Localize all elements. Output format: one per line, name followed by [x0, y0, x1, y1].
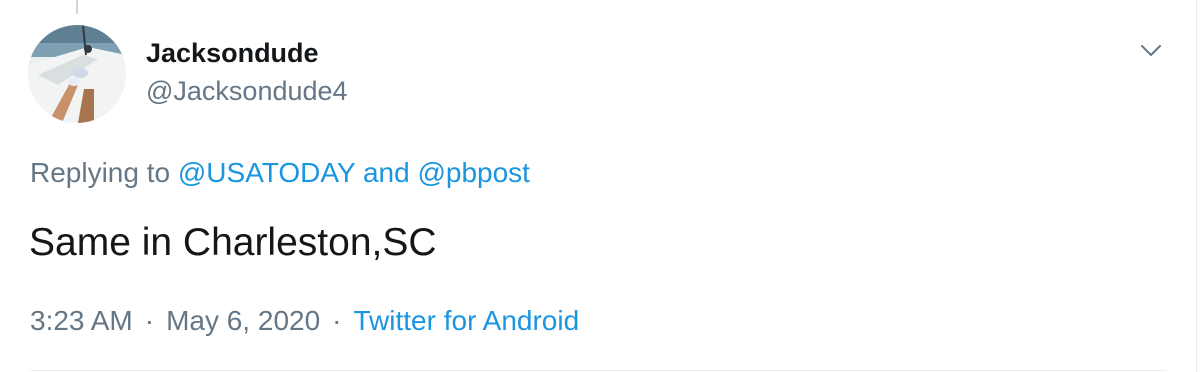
mention-joiner: and [362, 157, 410, 188]
meta-separator: · [332, 305, 342, 336]
mention-pbpost[interactable]: @pbpost [417, 157, 530, 188]
card-right-border [1196, 0, 1197, 372]
mention-usatoday[interactable]: @USATODAY [178, 157, 355, 188]
chevron-down-icon [1141, 45, 1161, 56]
avatar[interactable] [28, 25, 126, 123]
replying-to-line: Replying to @USATODAY and @pbpost [30, 156, 530, 190]
display-name[interactable]: Jacksondude [146, 37, 319, 69]
user-handle[interactable]: @Jacksondude4 [146, 75, 348, 107]
avatar-photo-icon [28, 25, 126, 123]
tweet-source[interactable]: Twitter for Android [354, 305, 580, 336]
tweet-meta: 3:23 AM · May 6, 2020 · Twitter for Android [30, 304, 579, 338]
thread-connector-line [76, 0, 78, 14]
tweet-date[interactable]: May 6, 2020 [166, 305, 320, 336]
meta-separator: · [144, 305, 155, 336]
tweet-card: Jacksondude @Jacksondude4 Replying to @U… [0, 0, 1200, 372]
replying-to-label: Replying to [30, 157, 171, 188]
tweet-time[interactable]: 3:23 AM [30, 305, 133, 336]
bottom-divider [30, 370, 1166, 371]
tweet-text: Same in Charleston,SC [29, 221, 437, 264]
tweet-menu-button[interactable] [1138, 38, 1164, 64]
